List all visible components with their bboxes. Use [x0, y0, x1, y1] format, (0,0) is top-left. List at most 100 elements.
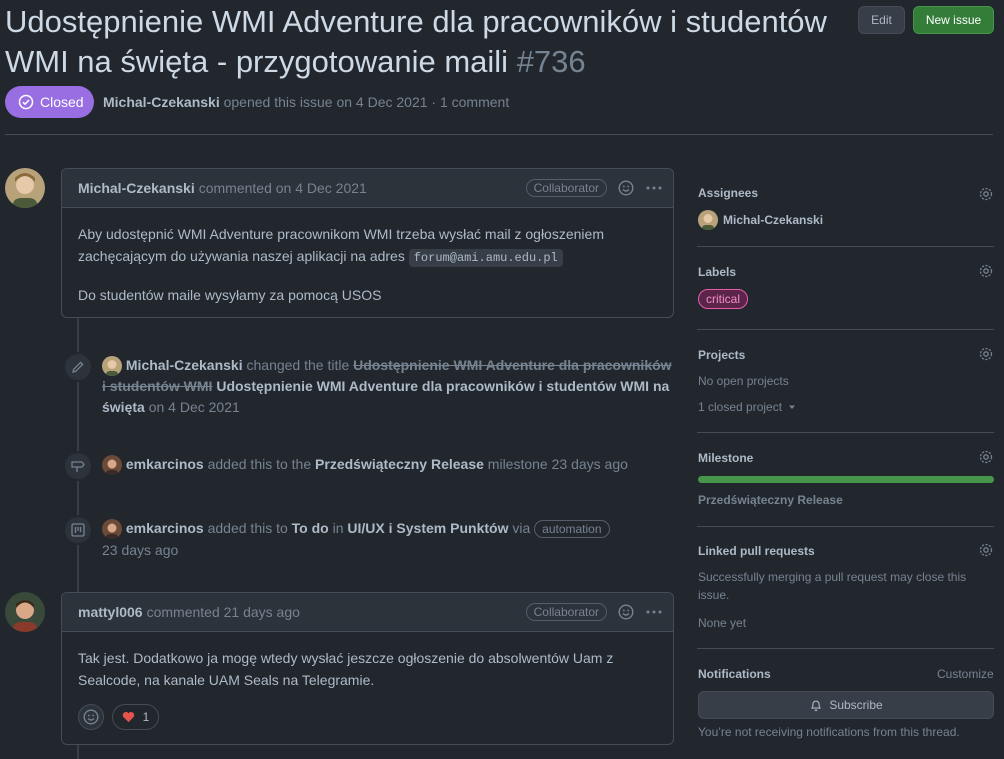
comment-author[interactable]: mattyl006: [78, 604, 143, 620]
header-divider: [5, 134, 993, 135]
event-time[interactable]: 23 days ago: [102, 542, 178, 558]
sidebar-divider: [697, 648, 994, 649]
comment-author[interactable]: Michal-Czekanski: [78, 180, 195, 196]
comment-header: mattyl006 commented 21 days ago Collabor…: [62, 593, 673, 632]
gear-icon[interactable]: [978, 449, 994, 465]
event-author[interactable]: Michal-Czekanski: [126, 357, 243, 373]
milestone-progress-fill: [698, 476, 994, 483]
closed-projects-label: 1 closed project: [698, 400, 783, 414]
project-column: To do: [291, 520, 329, 536]
comment-paragraph: Do studentów maile wysyłamy za pomocą US…: [78, 287, 382, 303]
event-action: added this to the: [207, 456, 312, 472]
new-issue-button[interactable]: New issue: [913, 6, 994, 34]
gear-icon[interactable]: [978, 542, 994, 558]
comment-meta[interactable]: commented on 4 Dec 2021: [199, 180, 367, 196]
assignee-item[interactable]: Michal-Czekanski: [698, 210, 823, 230]
status-badge: Closed: [5, 86, 94, 118]
linked-prs-title: Linked pull requests: [698, 544, 815, 558]
linked-prs-none: None yet: [698, 616, 747, 630]
event-in: in: [332, 520, 344, 536]
kebab-horizontal-icon[interactable]: [645, 604, 663, 620]
comment-line: Aby udostępnić WMI Adventure pracownikom…: [78, 226, 604, 242]
collaborator-badge: Collaborator: [525, 603, 607, 621]
issue-title-text: Udostępnienie WMI Adventure dla pracowni…: [5, 4, 827, 79]
event-date[interactable]: on 4 Dec 2021: [149, 399, 240, 415]
projects-title: Projects: [698, 348, 746, 362]
issue-meta: Michal-Czekanski opened this issue on 4 …: [103, 94, 509, 110]
event-author[interactable]: emkarcinos: [126, 456, 204, 472]
reaction-count: 1: [142, 710, 150, 724]
comment-box: Michal-Czekanski commented on 4 Dec 2021…: [61, 168, 674, 318]
gear-icon[interactable]: [978, 263, 994, 279]
automation-badge: automation: [534, 520, 610, 538]
comment-body: Aby udostępnić WMI Adventure pracownikom…: [62, 208, 673, 321]
issue-author-link[interactable]: Michal-Czekanski: [103, 94, 220, 110]
sidebar-divider: [697, 246, 994, 247]
event-author[interactable]: emkarcinos: [126, 520, 204, 536]
notifications-title: Notifications: [698, 667, 771, 681]
milestone-progress-bar: [698, 476, 994, 483]
comment-body: Tak jest. Dodatkowo ja mogę wtedy wysłać…: [62, 632, 673, 706]
collaborator-badge: Collaborator: [525, 179, 607, 197]
smiley-icon[interactable]: [618, 180, 634, 196]
gear-icon[interactable]: [978, 346, 994, 362]
milestone-event: emkarcinos added this to the Przedświąte…: [102, 454, 674, 476]
avatar[interactable]: [5, 168, 45, 208]
event-suffix: milestone 23 days ago: [487, 456, 628, 472]
check-circle-icon: [18, 94, 34, 110]
gear-icon[interactable]: [978, 186, 994, 202]
issue-opened-text: opened this issue on 4 Dec 2021 · 1 comm…: [223, 94, 510, 110]
comment-header: Michal-Czekanski commented on 4 Dec 2021…: [62, 169, 673, 208]
sidebar-divider: [697, 526, 994, 527]
avatar[interactable]: [5, 592, 45, 632]
notifications-status: You’re not receiving notifications from …: [698, 725, 960, 739]
email-code: forum@ami.amu.edu.pl: [408, 249, 563, 267]
milestone-title: Milestone: [698, 451, 754, 465]
pencil-icon: [63, 352, 93, 382]
avatar[interactable]: [102, 455, 122, 476]
smiley-icon: [83, 709, 99, 725]
event-action: changed the title: [246, 357, 350, 373]
avatar[interactable]: [102, 356, 122, 377]
comment-line: Sealcode, na kanale UAM Seals na Telegra…: [78, 672, 375, 688]
edit-button[interactable]: Edit: [858, 6, 905, 34]
kebab-horizontal-icon[interactable]: [645, 180, 663, 196]
comment-box: mattyl006 commented 21 days ago Collabor…: [61, 592, 674, 745]
avatar[interactable]: [102, 519, 122, 540]
linked-prs-desc: Successfully merging a pull request may …: [698, 570, 967, 602]
projects-none: No open projects: [698, 374, 789, 388]
avatar: [698, 210, 718, 230]
project-event: emkarcinos added this to To do in UI/UX …: [102, 518, 674, 561]
title-change-event: Michal-Czekanski changed the title Udost…: [102, 355, 674, 418]
subscribe-label: Subscribe: [829, 698, 883, 712]
sidebar-divider: [697, 329, 994, 330]
comment-line: Tak jest. Dodatkowo ja mogę wtedy wysłać…: [78, 650, 614, 666]
project-icon: [63, 515, 93, 545]
issue-number: #736: [516, 44, 586, 79]
closed-projects-toggle[interactable]: 1 closed project: [698, 400, 796, 414]
triangle-down-icon: [789, 405, 796, 409]
milestone-icon: [63, 451, 93, 481]
project-link[interactable]: UI/UX i System Punktów: [347, 520, 508, 536]
assignees-title: Assignees: [698, 186, 759, 200]
smiley-icon[interactable]: [618, 604, 634, 620]
event-via: via: [512, 520, 531, 536]
milestone-link[interactable]: Przedświąteczny Release: [315, 456, 484, 472]
add-reaction-button[interactable]: [78, 704, 104, 730]
timeline-line: [77, 745, 79, 759]
comment-meta[interactable]: commented 21 days ago: [147, 604, 300, 620]
comment-line: zachęcającym do używania naszej aplikacj…: [78, 248, 405, 264]
bell-icon: [811, 700, 822, 712]
label-critical[interactable]: critical: [698, 289, 749, 309]
heart-icon: [122, 711, 134, 723]
subscribe-button[interactable]: Subscribe: [698, 691, 994, 719]
sidebar-divider: [697, 432, 994, 433]
labels-title: Labels: [698, 265, 737, 279]
status-label: Closed: [40, 94, 84, 110]
assignee-name: Michal-Czekanski: [723, 213, 824, 227]
heart-reaction-button[interactable]: 1: [112, 704, 159, 730]
milestone-name[interactable]: Przedświąteczny Release: [698, 493, 843, 507]
event-action: added this to: [207, 520, 288, 536]
issue-title: Udostępnienie WMI Adventure dla pracowni…: [5, 2, 865, 82]
customize-link[interactable]: Customize: [937, 667, 994, 681]
